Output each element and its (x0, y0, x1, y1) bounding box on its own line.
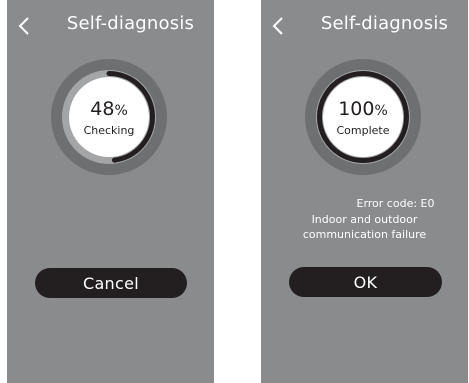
progress-value: 48 (90, 97, 115, 120)
back-button[interactable] (267, 12, 289, 40)
chevron-left-icon (272, 17, 283, 35)
error-code: Error code: E0 (356, 197, 435, 210)
page-title: Self-diagnosis (66, 13, 195, 34)
progress-dial: 100% Complete (299, 53, 427, 181)
dial-readout: 48% Checking (45, 53, 173, 181)
diagnosis-screen-checking: Self-diagnosis 48% Checking Cancel (7, 0, 214, 383)
error-message: Error code: E0 Indoor and outdoor commun… (261, 196, 468, 243)
dial-readout: 100% Complete (299, 53, 427, 181)
page-title: Self-diagnosis (320, 13, 449, 34)
error-description-line-2: communication failure (302, 228, 427, 241)
progress-dial: 48% Checking (45, 53, 173, 181)
error-description-line-1: Indoor and outdoor (311, 212, 418, 226)
cancel-button[interactable]: Cancel (35, 268, 187, 298)
progress-value: 100 (338, 97, 375, 120)
progress-percent: 100% (338, 98, 388, 122)
progress-unit: % (374, 102, 388, 119)
ok-button[interactable]: OK (289, 267, 442, 297)
progress-status: Complete (336, 123, 390, 137)
chevron-left-icon (18, 17, 29, 35)
progress-status: Checking (83, 123, 135, 137)
progress-percent: 48% (90, 98, 128, 122)
progress-unit: % (114, 102, 128, 119)
diagnosis-screen-complete: Self-diagnosis 100% Complete Error code:… (261, 0, 468, 383)
back-button[interactable] (13, 12, 35, 40)
